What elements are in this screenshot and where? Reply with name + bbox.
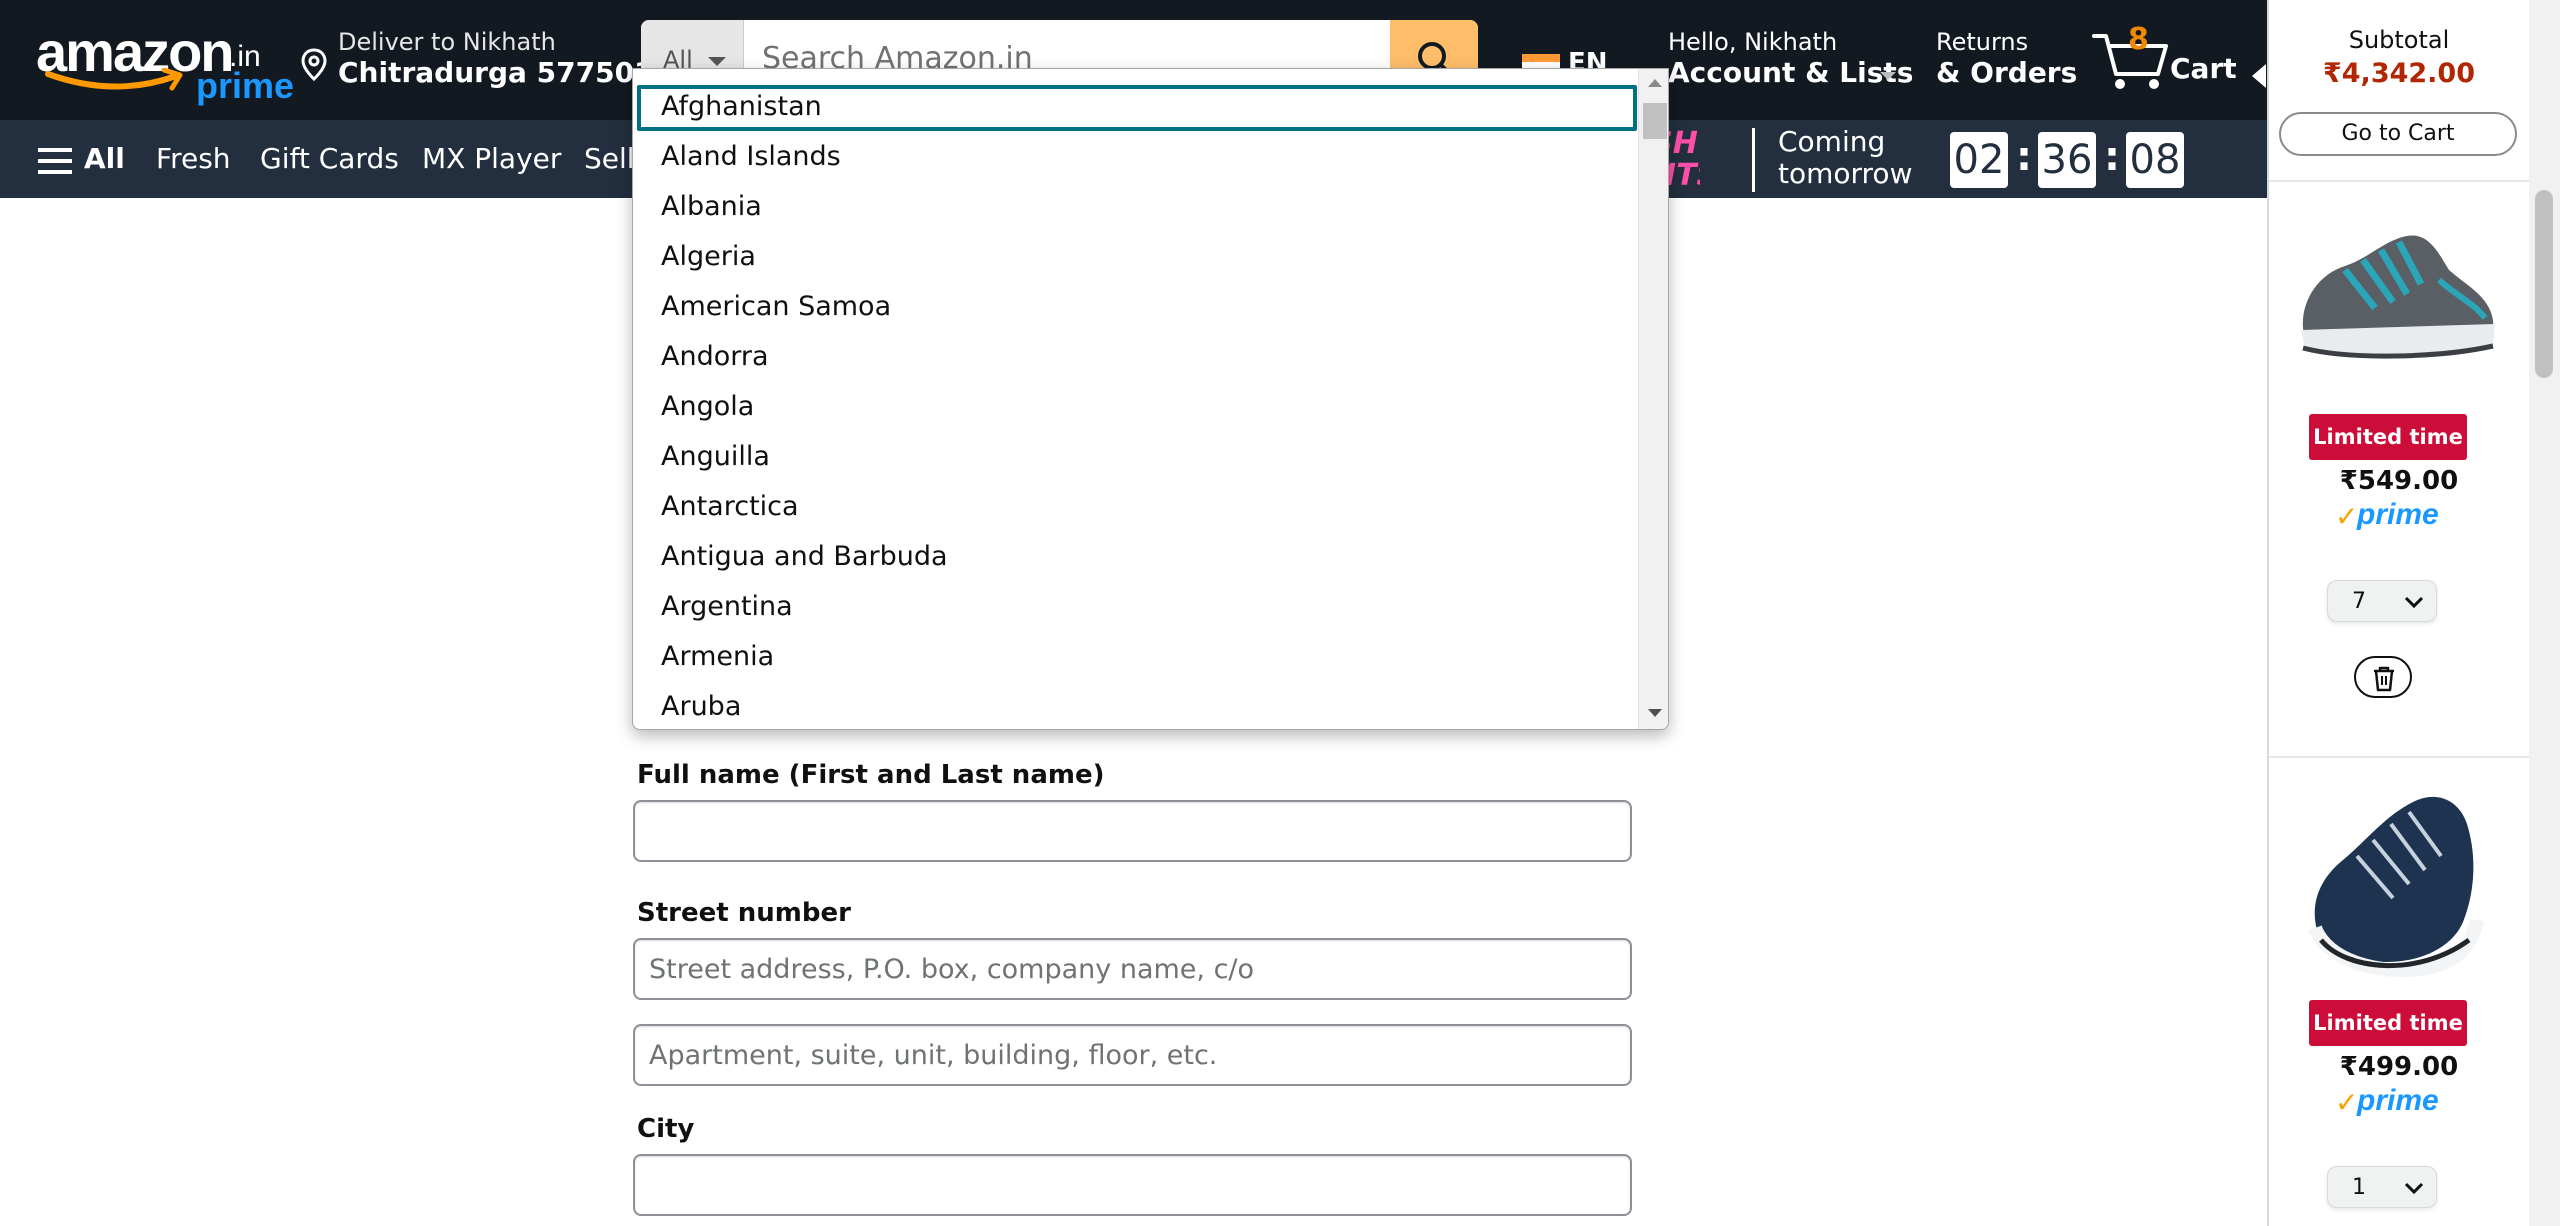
quantity-select[interactable]: 1 — [2327, 1166, 2437, 1208]
timer-colon: : — [2016, 134, 2032, 180]
limited-time-badge: Limited time — [2309, 1000, 2467, 1046]
country-option-afghanistan[interactable]: Afghanistan — [661, 91, 822, 122]
nav-item-sell[interactable]: Sell — [584, 142, 635, 175]
country-option-algeria[interactable]: Algeria — [661, 241, 756, 272]
go-to-cart-button[interactable]: Go to Cart — [2279, 112, 2517, 156]
subtotal-label: Subtotal — [2348, 26, 2450, 54]
prime-label: prime — [2357, 1084, 2439, 1117]
country-option-aland-islands[interactable]: Aland Islands — [661, 141, 841, 172]
country-option-antigua-and-barbuda[interactable]: Antigua and Barbuda — [661, 541, 948, 572]
cart-count: 8 — [2128, 22, 2149, 57]
account-label: Account & Lists — [1668, 56, 1914, 89]
location-pin-icon — [301, 48, 327, 82]
item-price: ₹549.00 — [2339, 466, 2459, 496]
street-number-label: Street number — [637, 898, 851, 928]
promo-divider — [1752, 128, 1755, 192]
prime-label: prime — [2357, 498, 2439, 531]
timer-colon: : — [2104, 134, 2120, 180]
cart-button[interactable]: 8 Cart — [2092, 22, 2237, 94]
item-price: ₹499.00 — [2339, 1052, 2459, 1082]
divider — [2269, 756, 2529, 758]
deliver-location: Chitradurga 577501 — [338, 56, 654, 89]
chevron-down-icon — [2404, 596, 2424, 609]
divider — [2269, 180, 2529, 182]
scroll-up-arrow-icon[interactable] — [1648, 79, 1662, 87]
country-option-andorra[interactable]: Andorra — [661, 341, 769, 372]
cart-flyout-panel: Subtotal ₹4,342.00 Go to Cart Limited ti… — [2267, 0, 2560, 1226]
timer-minutes: 36 — [2038, 132, 2096, 188]
timer-hours: 02 — [1950, 132, 2008, 188]
country-option-aruba[interactable]: Aruba — [661, 691, 741, 722]
prime-badge: ✓ prime — [2335, 1084, 2475, 1119]
country-option-antarctica[interactable]: Antarctica — [661, 491, 799, 522]
prime-check-icon: ✓ — [2335, 500, 2359, 533]
logo-prime: prime — [196, 65, 295, 106]
promo-coming-line2: tomorrow — [1778, 157, 1913, 190]
limited-time-badge: Limited time — [2309, 414, 2467, 460]
country-option-american-samoa[interactable]: American Samoa — [661, 291, 891, 322]
promo-coming-line1: Coming — [1778, 125, 1886, 158]
amazon-prime-logo[interactable]: amazon .in prime — [36, 24, 294, 110]
account-greeting: Hello, Nikhath — [1668, 28, 1838, 56]
quantity-select[interactable]: 7 — [2327, 580, 2437, 622]
full-name-field[interactable] — [633, 800, 1632, 862]
nav-all-label: All — [84, 142, 125, 175]
country-dropdown-list[interactable]: Afghanistan Aland Islands Albania Algeri… — [632, 68, 1669, 730]
scroll-down-arrow-icon[interactable] — [1648, 709, 1662, 717]
nav-item-mx-player[interactable]: MX Player — [422, 142, 561, 175]
country-option-argentina[interactable]: Argentina — [661, 591, 793, 622]
delete-item-button[interactable] — [2354, 656, 2412, 698]
trash-icon — [2374, 666, 2394, 692]
cart-panel-scroll-thumb[interactable] — [2535, 190, 2553, 378]
nav-item-fresh[interactable]: Fresh — [156, 142, 231, 175]
quantity-value: 7 — [2352, 589, 2366, 614]
dropdown-scroll-thumb[interactable] — [1643, 103, 1667, 139]
chevron-down-icon — [2404, 1182, 2424, 1195]
country-option-armenia[interactable]: Armenia — [661, 641, 774, 672]
account-and-lists[interactable]: Hello, Nikhath Account & Lists — [1668, 28, 1913, 92]
prime-badge: ✓ prime — [2335, 498, 2475, 533]
returns-and-orders[interactable]: Returns & Orders — [1936, 28, 2077, 92]
deliver-to-label: Deliver to Nikhath — [338, 28, 556, 56]
dropdown-scrollbar[interactable] — [1638, 69, 1668, 729]
returns-label: Returns — [1936, 28, 2029, 56]
country-option-anguilla[interactable]: Anguilla — [661, 441, 770, 472]
promo-coming-tomorrow[interactable]: Coming tomorrow — [1778, 126, 1912, 190]
full-name-label: Full name (First and Last name) — [637, 760, 1105, 790]
apartment-field[interactable] — [633, 1024, 1632, 1086]
quantity-value: 1 — [2352, 1175, 2366, 1200]
cart-label: Cart — [2170, 52, 2237, 85]
hamburger-menu-icon — [38, 148, 72, 174]
subtotal-amount: ₹4,342.00 — [2322, 58, 2476, 89]
street-address-field[interactable] — [633, 938, 1632, 1000]
smile-arrow-icon — [45, 68, 183, 91]
cart-panel-scrollbar[interactable] — [2529, 0, 2560, 1226]
country-option-albania[interactable]: Albania — [661, 191, 762, 222]
chevron-down-icon — [1880, 72, 1896, 80]
country-option-angola[interactable]: Angola — [661, 391, 754, 422]
city-label: City — [637, 1114, 695, 1144]
city-field[interactable] — [633, 1154, 1632, 1216]
orders-label: & Orders — [1936, 56, 2078, 89]
product-image-grey-shoe[interactable] — [2289, 210, 2505, 370]
cart-flyout-pointer — [2252, 64, 2266, 88]
product-image-navy-shoe[interactable] — [2297, 780, 2493, 980]
nav-all-menu[interactable]: All — [38, 142, 128, 178]
chevron-down-icon — [708, 57, 726, 66]
timer-seconds: 08 — [2126, 132, 2184, 188]
prime-check-icon: ✓ — [2335, 1086, 2359, 1119]
nav-item-gift-cards[interactable]: Gift Cards — [260, 142, 399, 175]
